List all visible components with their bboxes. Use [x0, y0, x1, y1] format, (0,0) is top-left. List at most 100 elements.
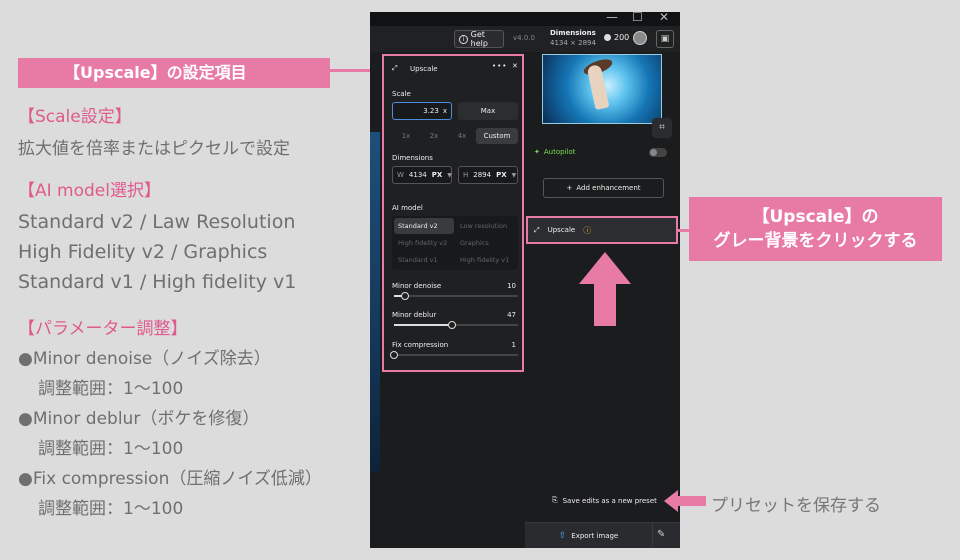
- get-help-label: Get help: [470, 30, 488, 48]
- model-grid: Standard v2 Low resolution High fidelity…: [392, 216, 518, 270]
- minor-deblur-label: Minor deblur: [392, 311, 437, 319]
- scale-value: 3.23: [423, 107, 439, 115]
- slider-handle[interactable]: [401, 292, 410, 300]
- autopilot-label: ✦ Autopilot: [534, 148, 576, 156]
- warning-icon: ⓘ: [583, 225, 592, 235]
- model-standard-v2[interactable]: Standard v2: [394, 218, 454, 234]
- save-preset-label: Save edits as a new preset: [562, 496, 657, 505]
- scale-input[interactable]: 3.23 x: [392, 102, 452, 120]
- autopilot-toggle[interactable]: [649, 148, 667, 157]
- add-enhancement-button[interactable]: + Add enhancement: [543, 178, 664, 198]
- credit-icon: [604, 34, 611, 41]
- maximize-button[interactable]: ☐: [632, 12, 643, 24]
- close-button[interactable]: ✕: [659, 12, 669, 24]
- fix-compression-value: 1: [511, 341, 516, 349]
- dimensions-section-label: Dimensions: [392, 154, 433, 162]
- more-options-icon[interactable]: •••: [492, 62, 507, 70]
- model-line-3: Standard v1 / High fidelity v1: [18, 271, 297, 293]
- desktop-background: [370, 132, 380, 472]
- autopilot-text: Autopilot: [543, 148, 576, 156]
- preset-custom-button[interactable]: Custom: [476, 128, 518, 144]
- scale-heading: 【Scale設定】: [18, 107, 132, 127]
- model-line-2: High Fidelity v2 / Graphics: [18, 241, 268, 263]
- title-banner: 【Upscale】の設定項目: [18, 58, 330, 88]
- minor-deblur-slider[interactable]: [394, 321, 518, 329]
- width-unit: PX: [431, 171, 443, 179]
- model-low-resolution[interactable]: Low resolution: [456, 218, 516, 234]
- export-image-button[interactable]: ⇧ Export image: [525, 523, 653, 548]
- height-input[interactable]: H 2894 PX ▼: [458, 166, 518, 184]
- crop-icon[interactable]: ⌗: [652, 118, 672, 138]
- slider-handle[interactable]: [390, 351, 398, 359]
- save-preset-button[interactable]: ⎘ Save edits as a new preset: [552, 496, 657, 505]
- upscale-settings-panel: ⤢ Upscale ••• ✕ Scale 3.23 x Max 1x 2x 4…: [382, 54, 524, 372]
- fix-compression-slider[interactable]: [390, 351, 518, 359]
- height-unit: PX: [496, 171, 507, 179]
- minor-denoise-value: 10: [507, 282, 516, 290]
- edit-icon[interactable]: ✎: [657, 529, 665, 540]
- up-arrow-icon: [579, 252, 631, 326]
- image-preview[interactable]: [542, 54, 662, 124]
- app-window: — ☐ ✕ i Get help v4.0.0 Dimensions 4134 …: [370, 12, 680, 548]
- export-label: Export image: [571, 532, 619, 540]
- ai-model-label: AI model: [392, 204, 423, 212]
- width-value: 4134: [408, 171, 427, 179]
- bottom-bar: ⇧ Export image ✎: [525, 522, 680, 548]
- model-standard-v1[interactable]: Standard v1: [394, 252, 454, 268]
- height-key: H: [463, 171, 469, 179]
- expand-icon: ⤢: [534, 225, 540, 234]
- scale-unit: x: [442, 107, 447, 115]
- param-2-range: 調整範囲：1〜100: [38, 439, 184, 459]
- dimensions-value: 4134 × 2894: [550, 39, 596, 47]
- credits-badge[interactable]: 200: [604, 33, 629, 42]
- slider-fill: [394, 324, 452, 326]
- param-2: ●Minor deblur（ボケを修復）: [18, 409, 260, 429]
- model-heading: 【AI model選択】: [18, 181, 161, 201]
- minor-denoise-slider[interactable]: [394, 292, 518, 300]
- callout-line-2: グレー背景をクリックする: [713, 231, 918, 251]
- height-value: 2894: [473, 171, 492, 179]
- preset-2x-button[interactable]: 2x: [420, 128, 448, 144]
- scale-description: 拡大値を倍率またはピクセルで設定: [18, 139, 290, 159]
- settings-title: Upscale: [410, 65, 438, 73]
- preset-1x-button[interactable]: 1x: [392, 128, 420, 144]
- minimize-button[interactable]: —: [606, 12, 618, 24]
- upscale-item-label: Upscale: [547, 226, 576, 234]
- param-3: ●Fix compression（圧縮ノイズ低減）: [18, 469, 322, 489]
- model-graphics[interactable]: Graphics: [456, 235, 516, 251]
- preset-4x-button[interactable]: 4x: [448, 128, 476, 144]
- fix-compression-label: Fix compression: [392, 341, 449, 349]
- param-1: ●Minor denoise（ノイズ除去）: [18, 349, 271, 369]
- param-3-range: 調整範囲：1〜100: [38, 499, 184, 519]
- scale-label: Scale: [392, 90, 411, 98]
- chevron-down-icon: ▼: [447, 171, 452, 179]
- close-panel-icon[interactable]: ✕: [512, 62, 518, 70]
- model-high-fidelity-v2[interactable]: High fidelity v2: [394, 235, 454, 251]
- panel-toggle-icon[interactable]: ▣: [656, 30, 674, 48]
- avatar[interactable]: [633, 31, 647, 45]
- model-line-1: Standard v2 / Law Resolution: [18, 211, 296, 233]
- save-preset-icon: ⎘: [552, 496, 558, 504]
- version-label: v4.0.0: [513, 34, 535, 42]
- add-enhancement-label: Add enhancement: [576, 184, 641, 192]
- sparkle-icon: ✦: [534, 148, 540, 156]
- export-icon: ⇧: [558, 531, 567, 541]
- param-heading: 【パラメーター調整】: [18, 319, 188, 339]
- expand-icon: ⤢: [392, 64, 398, 72]
- left-arrow-icon: [664, 490, 706, 512]
- minor-deblur-value: 47: [507, 311, 516, 319]
- max-button[interactable]: Max: [458, 102, 518, 120]
- model-high-fidelity-v1[interactable]: High fidelity v1: [456, 252, 516, 268]
- preset-note: プリセットを保存する: [711, 496, 881, 516]
- slider-handle[interactable]: [447, 321, 456, 329]
- preview-figure: [586, 64, 610, 110]
- minor-denoise-label: Minor denoise: [392, 282, 442, 290]
- title-bar: — ☐ ✕: [370, 12, 680, 26]
- callout-box: 【Upscale】の グレー背景をクリックする: [689, 197, 942, 261]
- upscale-enhancement-item[interactable]: ⤢ Upscale ⓘ: [526, 216, 678, 244]
- width-input[interactable]: W 4134 PX ▼: [392, 166, 452, 184]
- chevron-down-icon: ▼: [511, 171, 517, 179]
- info-icon: i: [459, 34, 468, 44]
- get-help-button[interactable]: i Get help: [454, 30, 504, 48]
- dimensions-label: Dimensions: [550, 29, 596, 37]
